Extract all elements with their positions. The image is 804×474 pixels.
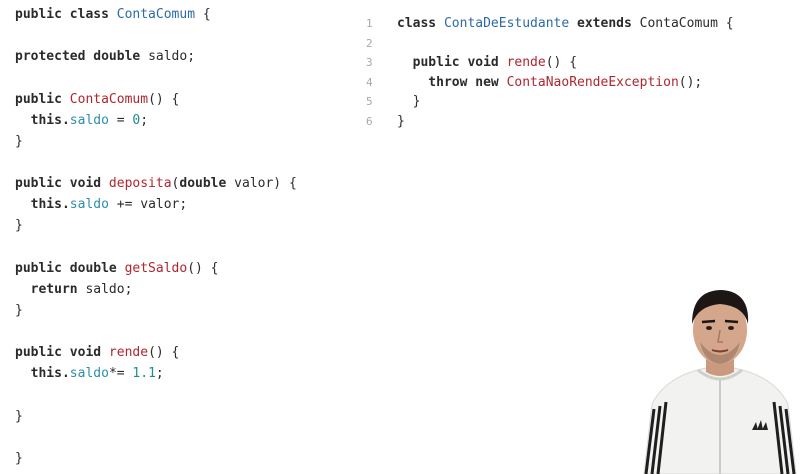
code-token: () {	[545, 55, 578, 71]
line-number: 4	[366, 75, 373, 89]
code-line: public double getSaldo() {	[15, 258, 297, 279]
code-token: this.	[15, 366, 70, 382]
code-line: 2	[366, 34, 734, 54]
code-token: getSaldo	[124, 260, 188, 276]
code-token: return	[15, 281, 86, 297]
code-token: saldo;	[148, 49, 196, 65]
code-token: ;	[140, 112, 149, 128]
right-code-panel: 1 class ContaDeEstudante extends ContaCom…	[366, 14, 734, 132]
code-token: extends	[569, 16, 640, 31]
code-line: public ContaComum() {	[15, 89, 297, 110]
line-text: throw new ContaNaoRendeException();	[397, 73, 702, 93]
code-token: throw new	[397, 74, 507, 90]
code-line: 4 throw new ContaNaoRendeException();	[366, 73, 734, 93]
code-line: 5 }	[366, 92, 734, 112]
code-token: public void	[15, 176, 109, 192]
code-token: ContaComum	[116, 7, 196, 22]
code-token: {	[195, 7, 211, 22]
code-token: rende	[108, 345, 149, 361]
code-token: saldo	[69, 197, 109, 213]
code-token: public void	[15, 345, 109, 361]
code-line: protected double saldo;	[15, 46, 297, 67]
code-token: public class	[15, 7, 117, 22]
code-token: deposita	[108, 176, 172, 192]
code-token: public void	[397, 55, 507, 71]
code-token: ContaComum {	[639, 16, 734, 31]
left-code-panel: public class ContaComum { protected doub…	[15, 4, 297, 469]
code-line: this.saldo*= 1.1;	[15, 363, 297, 384]
code-token: () {	[148, 345, 180, 361]
code-token: public double	[15, 260, 125, 276]
code-token: }	[15, 133, 23, 149]
code-token: }	[15, 218, 23, 234]
line-text: class ContaDeEstudante extends ContaComu…	[397, 14, 734, 34]
presenter-video	[636, 284, 804, 474]
code-line: 3 public void rende() {	[366, 53, 734, 73]
code-token: () {	[187, 260, 219, 276]
line-number: 3	[366, 56, 373, 70]
line-text: }	[397, 92, 421, 112]
code-token: class	[397, 16, 444, 31]
code-token: ContaNaoRendeException	[506, 74, 679, 90]
code-token: rende	[506, 55, 546, 71]
code-line: }	[15, 406, 297, 427]
code-token: this.	[15, 112, 70, 128]
code-token: valor) {	[226, 176, 297, 192]
code-line: this.saldo = 0;	[15, 110, 297, 131]
line-number: 2	[366, 36, 373, 50]
code-line: }	[15, 215, 297, 236]
code-line: this.saldo += valor;	[15, 194, 297, 215]
code-token: 1.1	[132, 366, 156, 382]
code-token: this.	[15, 197, 70, 213]
code-token: }	[15, 302, 23, 318]
code-line: }	[15, 448, 297, 469]
code-line: 1 class ContaDeEstudante extends ContaCom…	[366, 14, 734, 34]
line-number: 1	[366, 17, 373, 30]
code-line: return saldo;	[15, 279, 297, 300]
code-token: saldo	[69, 112, 109, 128]
code-token: }	[15, 450, 23, 466]
code-line: }	[15, 300, 297, 321]
code-line: }	[15, 131, 297, 152]
code-token: += valor;	[108, 197, 188, 213]
code-token: ();	[678, 74, 703, 90]
line-text: public void rende() {	[397, 53, 577, 73]
code-token: saldo	[69, 366, 109, 382]
code-line: public void deposita(double valor) {	[15, 173, 297, 194]
code-token: () {	[148, 91, 180, 107]
code-token: =	[108, 112, 133, 128]
code-token: }	[397, 113, 405, 129]
code-token: ContaDeEstudante	[443, 16, 570, 31]
code-token: }	[15, 408, 23, 424]
code-token: ContaComum	[69, 91, 149, 107]
line-number: 5	[366, 95, 373, 109]
code-token: saldo;	[85, 281, 133, 297]
line-number: 6	[366, 114, 373, 128]
code-token: *=	[108, 366, 133, 382]
code-token: protected double	[15, 49, 149, 65]
code-token: double	[179, 176, 227, 192]
code-token: }	[397, 94, 421, 110]
person-icon	[643, 290, 797, 474]
code-token: ;	[155, 366, 164, 382]
code-line: public class ContaComum {	[15, 4, 297, 25]
code-line: 6}	[366, 112, 734, 132]
line-text: }	[397, 112, 405, 132]
code-token: public	[15, 91, 70, 107]
code-line: public void rende() {	[15, 342, 297, 363]
